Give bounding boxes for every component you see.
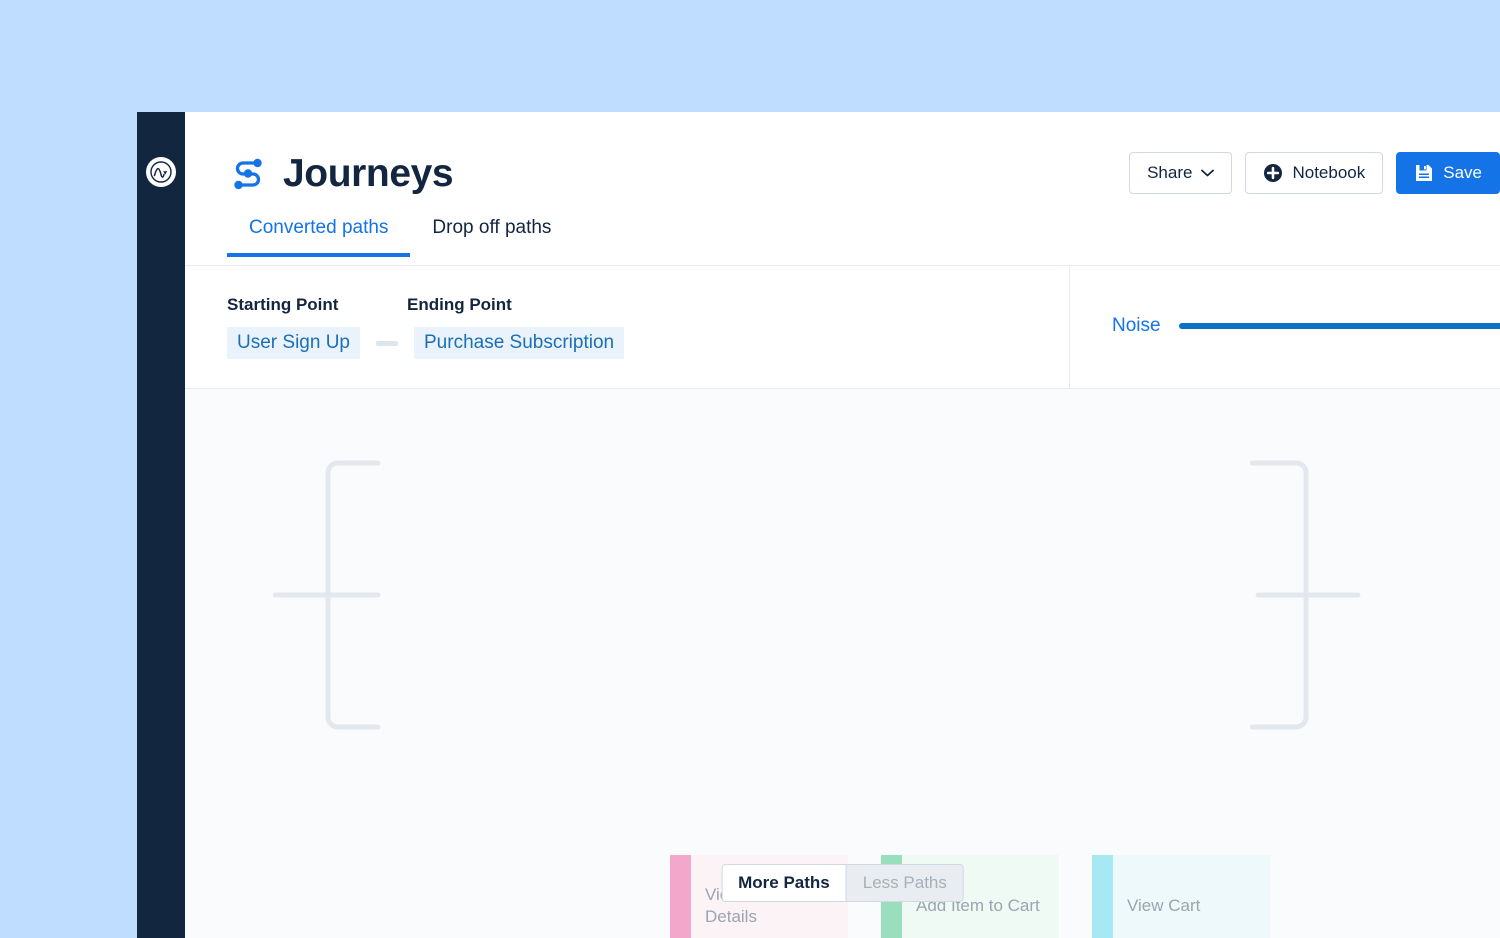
endpoint-chips: User Sign Up Purchase Subscription [227, 327, 625, 359]
save-label: Save [1443, 163, 1482, 182]
app-header: Journeys Share Notebook Save Converted p… [185, 112, 1500, 267]
ending-point-chip[interactable]: Purchase Subscription [414, 327, 625, 359]
tab-bar-divider [185, 265, 1500, 266]
header-actions: Share Notebook Save [1129, 152, 1500, 194]
share-button[interactable]: Share [1129, 152, 1233, 194]
brand: Journeys [227, 151, 454, 195]
starting-point-chip[interactable]: User Sign Up [227, 327, 360, 359]
share-label: Share [1147, 163, 1193, 182]
journey-canvas: User Sign Up View Item Details Select Re… [185, 389, 1500, 938]
more-paths-button[interactable]: More Paths [722, 865, 846, 901]
noise-slider-track [1178, 323, 1500, 329]
screenshot-root: Journeys Share Notebook Save Converted p… [0, 0, 1500, 938]
node-accent-bar [670, 855, 691, 938]
amplitude-logo-icon [150, 161, 172, 183]
plus-circle-icon [1264, 164, 1283, 182]
node-c3-r1[interactable]: View Cart [1092, 855, 1270, 938]
filter-bar: Starting Point Ending Point User Sign Up… [185, 267, 1500, 389]
ending-point-label: Ending Point [407, 295, 512, 314]
floppy-disk-icon [1416, 165, 1433, 181]
end-merge-connector [1250, 445, 1362, 745]
endpoint-filters: Starting Point Ending Point User Sign Up… [185, 267, 1070, 388]
starting-point-label: Starting Point [227, 295, 339, 314]
app-window: Journeys Share Notebook Save Converted p… [137, 112, 1500, 938]
page-title: Journeys [283, 151, 454, 195]
left-nav-rail [137, 112, 185, 938]
endpoint-labels: Starting Point Ending Point [227, 295, 512, 315]
noise-control: Noise [1112, 315, 1500, 337]
noise-slider[interactable] [1178, 316, 1500, 336]
start-branch-connector [273, 445, 383, 745]
journeys-path-icon [234, 158, 262, 190]
notebook-button[interactable]: Notebook [1245, 152, 1384, 194]
main-content: Journeys Share Notebook Save Converted p… [185, 112, 1500, 938]
paths-toggle: More Paths Less Paths [721, 864, 964, 902]
tab-converted-paths[interactable]: Converted paths [227, 217, 411, 257]
notebook-label: Notebook [1292, 163, 1366, 182]
node-accent-bar [1092, 855, 1113, 938]
less-paths-button[interactable]: Less Paths [845, 865, 963, 901]
noise-label: Noise [1112, 315, 1161, 336]
chevron-down-icon [1201, 169, 1215, 177]
noise-panel: Noise [1070, 267, 1500, 388]
amplitude-logo[interactable] [146, 157, 176, 187]
node-label: View Cart [1127, 895, 1201, 915]
tab-bar: Converted paths Drop off paths [227, 217, 573, 257]
save-button[interactable]: Save [1396, 152, 1500, 194]
chip-connector [376, 340, 398, 346]
tab-drop-off-paths[interactable]: Drop off paths [410, 217, 573, 257]
